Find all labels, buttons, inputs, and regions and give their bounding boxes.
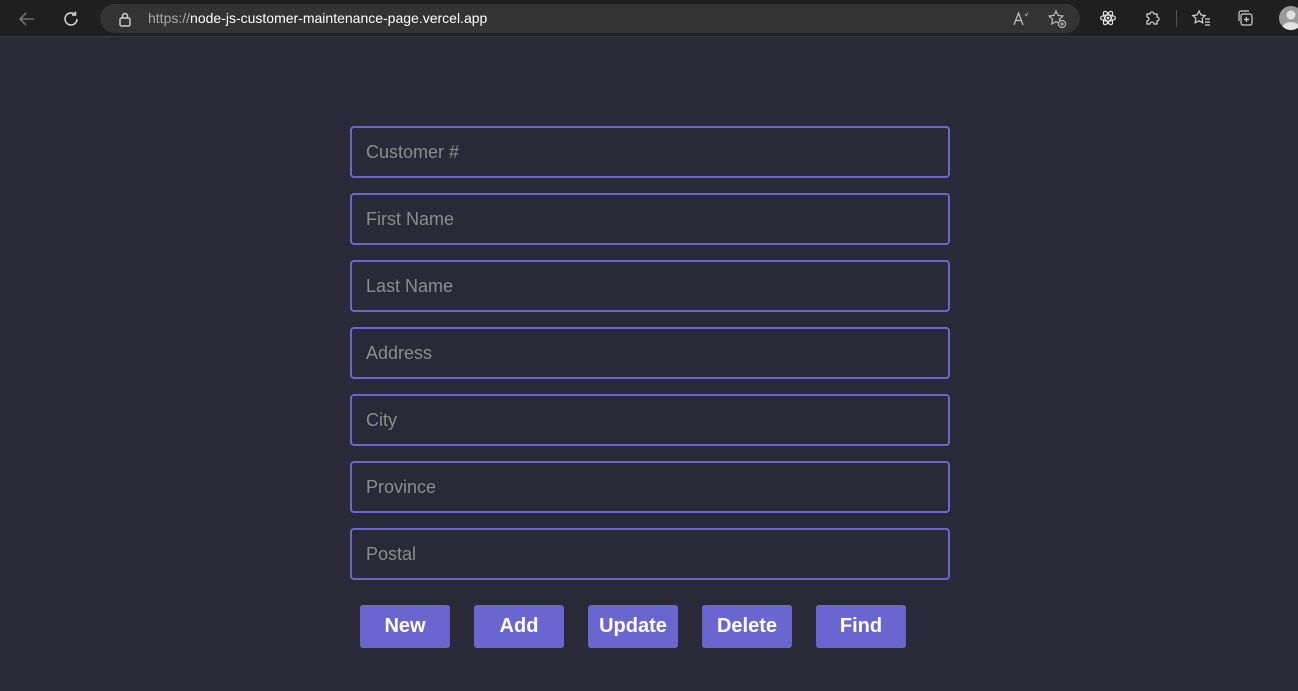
address-input[interactable]: [350, 327, 950, 379]
province-input[interactable]: [350, 461, 950, 513]
browser-toolbar: https://node-js-customer-maintenance-pag…: [0, 0, 1298, 37]
toolbar-divider: [1176, 10, 1177, 27]
city-input[interactable]: [350, 394, 950, 446]
url-text[interactable]: https://node-js-customer-maintenance-pag…: [148, 10, 487, 26]
collections-icon[interactable]: [1233, 6, 1257, 30]
add-button[interactable]: Add: [474, 605, 564, 648]
address-bar[interactable]: https://node-js-customer-maintenance-pag…: [100, 4, 1080, 33]
profile-avatar-icon[interactable]: [1279, 6, 1298, 30]
favorites-star-icon[interactable]: [1189, 6, 1213, 30]
puzzle-extensions-icon[interactable]: [1140, 6, 1164, 30]
customer-number-input[interactable]: [350, 126, 950, 178]
url-host: node-js-customer-maintenance-page.vercel…: [190, 10, 488, 26]
back-arrow-icon[interactable]: [13, 5, 41, 33]
react-atom-icon[interactable]: [1096, 6, 1120, 30]
update-button[interactable]: Update: [588, 605, 678, 648]
find-button[interactable]: Find: [816, 605, 906, 648]
new-button[interactable]: New: [360, 605, 450, 648]
url-scheme: https://: [148, 10, 191, 26]
add-favorite-icon[interactable]: [1046, 8, 1068, 30]
refresh-icon[interactable]: [57, 5, 85, 33]
last-name-input[interactable]: [350, 260, 950, 312]
delete-button[interactable]: Delete: [702, 605, 792, 648]
read-aloud-icon[interactable]: [1010, 8, 1032, 30]
first-name-input[interactable]: [350, 193, 950, 245]
postal-input[interactable]: [350, 528, 950, 580]
customer-form: [350, 126, 950, 595]
lock-icon[interactable]: [118, 11, 132, 27]
